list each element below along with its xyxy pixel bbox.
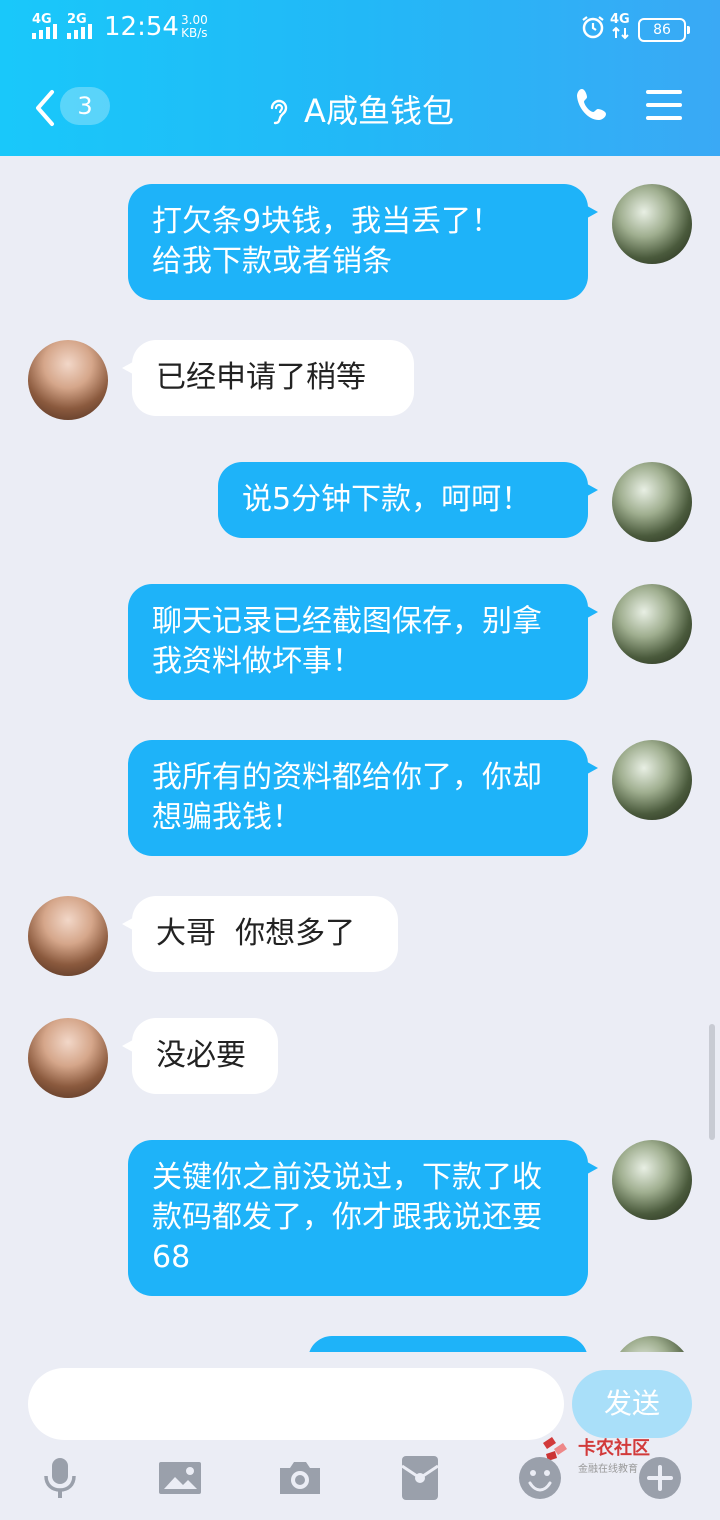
message-bubble-outgoing[interactable]: 说5分钟下款，呵呵！ (218, 462, 598, 538)
alarm-icon (582, 16, 604, 39)
chat-title: A咸鱼钱包 (304, 92, 454, 130)
message-bubble-outgoing[interactable]: 打欠条9块钱，我当丢了！ 给我下款或者销条 (128, 184, 598, 300)
my-avatar[interactable] (612, 584, 692, 664)
contact-avatar[interactable] (28, 896, 108, 976)
signal-bars-1-icon (32, 24, 57, 39)
network-speed-unit: KB/s (181, 26, 208, 40)
scrollbar[interactable] (709, 1024, 715, 1140)
chat-title-area: A咸鱼钱包 (0, 86, 720, 132)
camera-icon[interactable] (276, 1454, 324, 1502)
message-list[interactable]: 打欠条9块钱，我当丢了！ 给我下款或者销条 已经申请了稍等 说5分钟下款，呵呵！… (0, 156, 720, 1352)
nav-bar: 3 A咸鱼钱包 (0, 56, 720, 156)
signal-arrows-icon (612, 26, 629, 40)
message-bubble-outgoing[interactable]: 聊天记录已经截图保存，别拿我资料做坏事！ (128, 584, 598, 700)
image-icon[interactable] (156, 1454, 204, 1502)
signal-bars-2-icon (67, 24, 92, 39)
status-time: 12:54 (104, 12, 179, 42)
contact-avatar[interactable] (28, 1018, 108, 1098)
plus-icon[interactable] (636, 1454, 684, 1502)
my-avatar[interactable] (612, 740, 692, 820)
message-bubble-incoming[interactable]: 没必要 (122, 1018, 278, 1094)
red-packet-icon[interactable] (396, 1454, 444, 1502)
my-avatar[interactable] (612, 1140, 692, 1220)
message-input[interactable] (28, 1368, 564, 1440)
emoji-icon[interactable] (516, 1454, 564, 1502)
my-avatar[interactable] (612, 1336, 692, 1352)
my-avatar[interactable] (612, 184, 692, 264)
menu-icon[interactable] (646, 90, 682, 120)
my-avatar[interactable] (612, 462, 692, 542)
phone-icon[interactable] (574, 86, 610, 126)
chat-header: 4G 2G 12:54 3.00 KB/s 4G 86 3 A咸鱼钱包 (0, 0, 720, 156)
message-bubble-incoming[interactable]: 已经申请了稍等 (122, 340, 414, 416)
contact-avatar[interactable] (28, 340, 108, 420)
message-bubble-incoming[interactable]: 大哥 你想多了 (122, 896, 398, 972)
input-toolbar (0, 1452, 720, 1520)
message-bubble-outgoing-partial[interactable] (308, 1336, 588, 1352)
network-speed: 3.00 KB/s (181, 14, 208, 40)
message-bubble-outgoing[interactable]: 我所有的资料都给你了，你却想骗我钱！ (128, 740, 598, 856)
microphone-icon[interactable] (36, 1454, 84, 1502)
status-bar: 4G 2G 12:54 3.00 KB/s 4G 86 (0, 0, 720, 56)
battery-indicator: 86 (638, 18, 690, 42)
ear-icon[interactable] (266, 96, 290, 126)
input-area: 发送 卡农社区 金融在线教育 (0, 1352, 720, 1520)
send-button[interactable]: 发送 (572, 1370, 692, 1438)
message-bubble-outgoing[interactable]: 关键你之前没说过，下款了收款码都发了，你才跟我说还要68 (128, 1140, 598, 1296)
network-type-right: 4G (610, 12, 630, 27)
